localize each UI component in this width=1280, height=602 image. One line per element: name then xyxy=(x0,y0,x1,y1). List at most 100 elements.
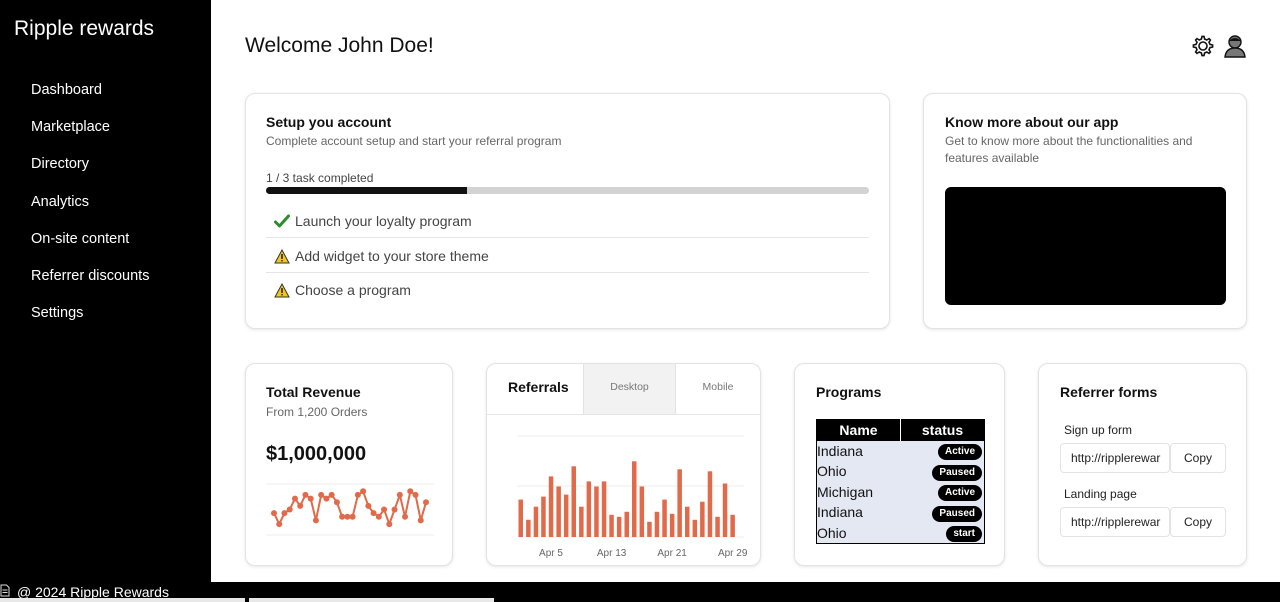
referral-bar xyxy=(677,469,682,537)
sidebar-item-analytics[interactable]: Analytics xyxy=(31,192,149,229)
program-name: Indiana xyxy=(816,502,901,523)
sidebar-item-dashboard[interactable]: Dashboard xyxy=(31,80,149,117)
sparkline-point xyxy=(271,510,277,517)
referrals-card: Referrals Desktop Mobile Apr 5 Apr 13 Apr … xyxy=(486,363,761,566)
copy-landing-url-button[interactable]: Copy xyxy=(1170,507,1226,537)
sidebar-nav: Dashboard Marketplace Directory Analytic… xyxy=(31,80,149,340)
referral-bar xyxy=(609,514,614,537)
referral-bar xyxy=(548,476,554,537)
progress-fill xyxy=(266,187,467,194)
table-row[interactable]: Ohio start xyxy=(816,522,985,543)
tab-mobile[interactable]: Mobile xyxy=(676,364,760,414)
table-row[interactable]: Michigan Active xyxy=(816,481,985,502)
sidebar: Ripple rewards Dashboard Marketplace Dir… xyxy=(0,0,211,582)
sparkline-point xyxy=(328,491,335,498)
know-more-title: Know more about our app xyxy=(945,114,1119,130)
table-row[interactable]: Ohio Paused xyxy=(816,461,985,482)
sparkline-point xyxy=(291,495,298,502)
sparkline-point xyxy=(386,521,393,528)
referrals-bar-chart: Apr 5 Apr 13 Apr 21 Apr 29 xyxy=(517,435,748,559)
check-icon xyxy=(274,214,290,229)
table-row[interactable]: Indiana Active xyxy=(816,440,985,461)
referral-bar xyxy=(692,519,698,537)
progress-label: 1 / 3 task completed xyxy=(266,171,374,185)
warning-icon xyxy=(274,282,290,298)
referral-bar xyxy=(601,481,607,537)
referral-bar xyxy=(730,514,735,537)
task-item-choose-program[interactable]: Choose a program xyxy=(266,273,869,307)
referral-bar xyxy=(616,516,622,537)
task-item-launch-program[interactable]: Launch your loyalty program xyxy=(266,204,869,238)
status-badge: Paused xyxy=(932,505,982,522)
user-avatar-icon[interactable] xyxy=(1223,33,1249,59)
referral-bar xyxy=(722,483,728,537)
signup-form-label: Sign up form xyxy=(1064,423,1133,437)
setup-subtitle: Complete account setup and start your re… xyxy=(266,134,562,148)
referral-bar xyxy=(715,516,720,537)
program-name: Michigan xyxy=(816,481,901,502)
status-badge: start xyxy=(946,526,982,542)
sparkline-point xyxy=(375,513,382,520)
tab-desktop[interactable]: Desktop xyxy=(583,364,676,414)
sparkline-point xyxy=(286,506,293,513)
programs-table: Name status Indiana Active Ohio Paused M… xyxy=(816,419,985,544)
revenue-title: Total Revenue xyxy=(266,384,361,400)
sparkline-point xyxy=(302,491,309,498)
programs-card: Programs Name status Indiana Active Ohio… xyxy=(794,363,1005,566)
sparkline-point xyxy=(318,491,325,498)
sparkline-point xyxy=(339,513,346,520)
x-tick-label: Apr 13 xyxy=(597,548,627,559)
forms-title: Referrer forms xyxy=(1060,384,1158,400)
sparkline-point xyxy=(407,488,414,495)
footer-divider xyxy=(249,598,494,602)
x-tick-label: Apr 21 xyxy=(657,548,687,559)
referral-bar xyxy=(639,486,645,537)
x-tick-label: Apr 29 xyxy=(718,548,748,559)
sidebar-item-on-site-content[interactable]: On-site content xyxy=(31,229,149,266)
task-label: Add widget to your store theme xyxy=(295,248,489,264)
sidebar-item-settings[interactable]: Settings xyxy=(31,303,149,340)
sparkline-point xyxy=(312,517,319,524)
sparkline-point xyxy=(281,510,288,517)
sidebar-item-referrer-discounts[interactable]: Referrer discounts xyxy=(31,266,149,303)
sparkline-point xyxy=(307,495,314,502)
column-header-name: Name xyxy=(816,419,901,441)
program-name: Indiana xyxy=(816,440,901,461)
sidebar-item-marketplace[interactable]: Marketplace xyxy=(31,117,149,154)
table-row[interactable]: Indiana Paused xyxy=(816,502,985,523)
program-name: Ohio xyxy=(816,461,901,482)
sparkline-point xyxy=(344,513,351,520)
video-player[interactable] xyxy=(945,187,1226,305)
referrals-tabs: Referrals Desktop Mobile xyxy=(487,364,760,415)
sidebar-item-directory[interactable]: Directory xyxy=(31,154,149,191)
sparkline-point xyxy=(381,506,388,513)
sparkline-point xyxy=(276,521,283,528)
column-header-status: status xyxy=(900,419,985,441)
sparkline-point xyxy=(402,513,409,520)
settings-gear-icon[interactable] xyxy=(1190,33,1216,59)
referral-bar xyxy=(526,519,531,537)
sparkline-point xyxy=(323,495,330,502)
sparkline-point xyxy=(365,502,372,509)
setup-account-card: Setup you account Complete account setup… xyxy=(245,93,890,329)
referrer-forms-card: Referrer forms Sign up form Copy Landing… xyxy=(1038,363,1247,566)
table-header-row: Name status xyxy=(816,419,985,441)
revenue-sparkline-chart xyxy=(266,483,434,536)
referral-bar xyxy=(647,521,652,537)
referral-bar xyxy=(624,511,629,538)
sparkline-point xyxy=(349,513,356,520)
landing-page-label: Landing page xyxy=(1064,487,1137,501)
referral-bar xyxy=(707,471,713,537)
copy-signup-url-button[interactable]: Copy xyxy=(1170,443,1226,473)
signup-form-url-input[interactable] xyxy=(1060,443,1170,473)
landing-page-url-input[interactable] xyxy=(1060,507,1170,537)
referrals-title: Referrals xyxy=(508,379,569,395)
sparkline-point xyxy=(370,510,377,517)
sparkline-point xyxy=(412,491,419,498)
brand-title: Ripple rewards xyxy=(14,17,155,40)
revenue-value: $1,000,000 xyxy=(266,443,367,465)
referral-bar xyxy=(563,494,569,537)
sparkline-point xyxy=(417,517,424,524)
referral-bar xyxy=(700,501,705,537)
task-item-add-widget[interactable]: Add widget to your store theme xyxy=(266,239,869,273)
